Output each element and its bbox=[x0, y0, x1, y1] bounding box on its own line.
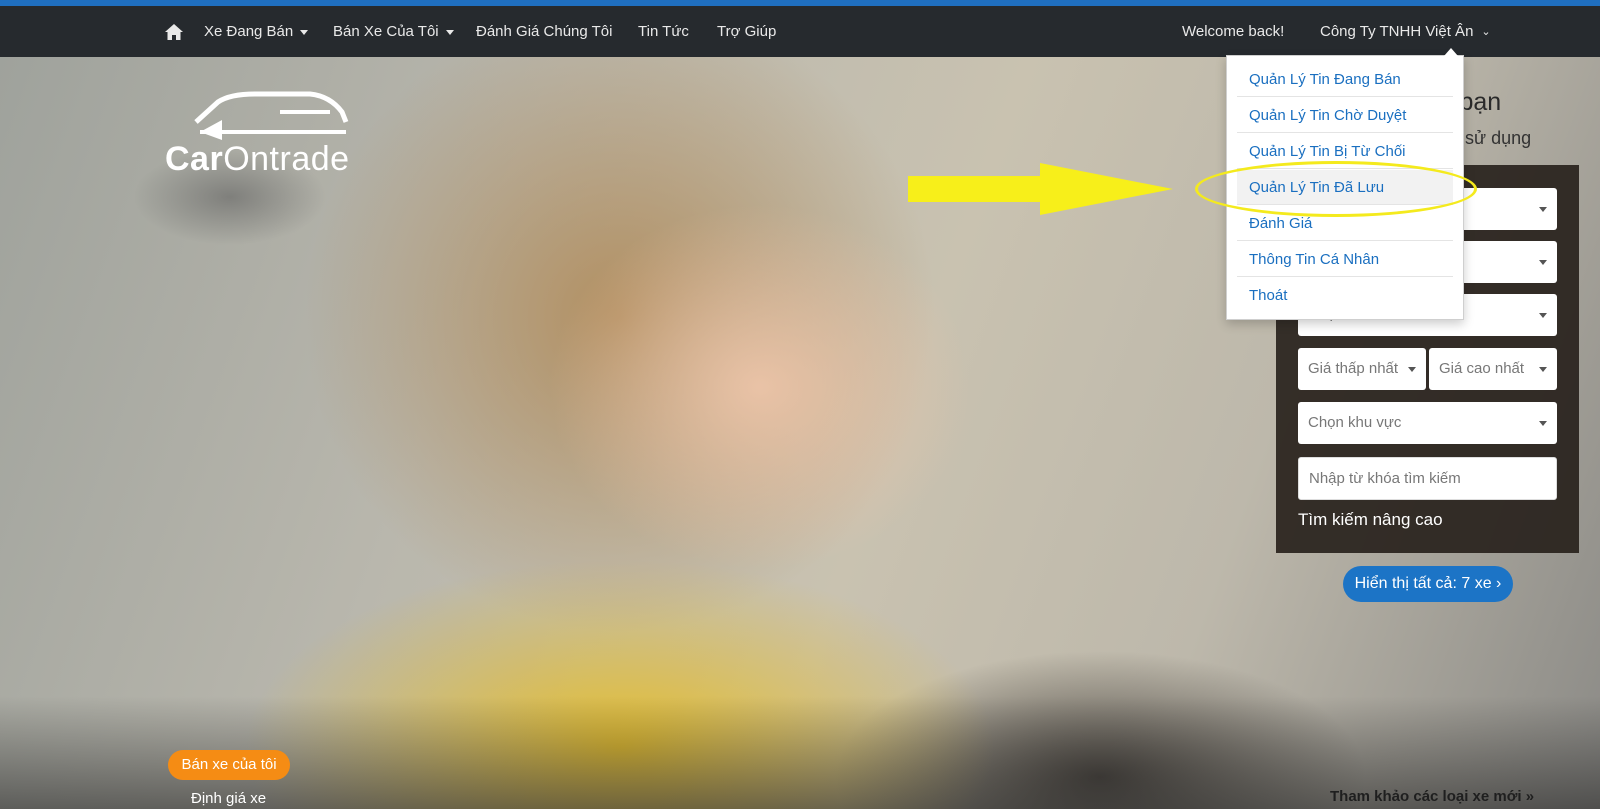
car-valuation-link[interactable]: Định giá xe bbox=[191, 790, 266, 807]
annotation-arrow-icon bbox=[908, 163, 1173, 215]
menu-item-tin-cho-duyet[interactable]: Quản Lý Tin Chờ Duyệt bbox=[1237, 98, 1453, 133]
nav-label: Bán Xe Của Tôi bbox=[333, 23, 439, 40]
caret-down-icon bbox=[300, 29, 309, 35]
region-select[interactable]: Chọn khu vực bbox=[1298, 402, 1557, 444]
logo-text-bold: Car bbox=[165, 140, 224, 178]
dropdown-arrow-icon bbox=[1539, 260, 1547, 265]
nav-tin-tuc[interactable]: Tin Tức bbox=[638, 6, 689, 57]
nav-ban-xe-cua-toi[interactable]: Bán Xe Của Tôi bbox=[333, 6, 454, 57]
select-value: Giá thấp nhất bbox=[1308, 360, 1399, 377]
price-max-select[interactable]: Giá cao nhất bbox=[1429, 348, 1557, 390]
logo-text: CarOntrade bbox=[165, 140, 350, 179]
nav-label: Xe Đang Bán bbox=[204, 23, 294, 40]
logo-text-regular: Ontrade bbox=[223, 140, 350, 178]
select-value: Chọn khu vực bbox=[1308, 414, 1402, 431]
nav-xe-dang-ban[interactable]: Xe Đang Bán bbox=[204, 6, 309, 57]
account-name: Công Ty TNHH Việt Ân bbox=[1320, 23, 1474, 40]
dropdown-arrow-icon bbox=[1408, 367, 1416, 372]
menu-item-tin-dang-ban[interactable]: Quản Lý Tin Đang Bán bbox=[1237, 62, 1453, 97]
sell-my-car-button[interactable]: Bán xe của tôi bbox=[168, 750, 290, 780]
price-min-select[interactable]: Giá thấp nhất bbox=[1298, 348, 1426, 390]
dropdown-arrow-icon bbox=[1539, 367, 1547, 372]
nav-danh-gia-chung-toi[interactable]: Đánh Giá Chúng Tôi bbox=[476, 6, 612, 57]
menu-item-thoat[interactable]: Thoát bbox=[1237, 278, 1453, 313]
dropdown-arrow-icon bbox=[1539, 313, 1547, 318]
keyword-search-input[interactable] bbox=[1298, 457, 1557, 500]
dropdown-arrow-icon bbox=[1539, 207, 1547, 212]
advanced-search-link[interactable]: Tìm kiếm nâng cao bbox=[1298, 510, 1443, 530]
caret-down-icon bbox=[445, 29, 454, 35]
annotation-highlight-ellipse bbox=[1195, 161, 1477, 217]
nav-tro-giup[interactable]: Trợ Giúp bbox=[717, 6, 776, 57]
new-cars-reference-link[interactable]: Tham khảo các loại xe mới » bbox=[1330, 788, 1534, 805]
top-navbar: Xe Đang Bán Bán Xe Của Tôi Đánh Giá Chún… bbox=[0, 6, 1600, 57]
chevron-down-icon: ⌄ bbox=[1481, 26, 1491, 38]
welcome-text: Welcome back! bbox=[1182, 23, 1285, 40]
dropdown-pointer bbox=[1444, 48, 1458, 56]
menu-item-thong-tin-ca-nhan[interactable]: Thông Tin Cá Nhân bbox=[1237, 242, 1453, 277]
show-all-button[interactable]: Hiển thị tất cả: 7 xe › bbox=[1343, 566, 1513, 602]
home-icon[interactable] bbox=[164, 6, 184, 57]
account-menu-toggle[interactable]: Công Ty TNHH Việt Ân ⌄ bbox=[1320, 6, 1491, 57]
dropdown-arrow-icon bbox=[1539, 421, 1547, 426]
select-value: Giá cao nhất bbox=[1439, 360, 1525, 377]
